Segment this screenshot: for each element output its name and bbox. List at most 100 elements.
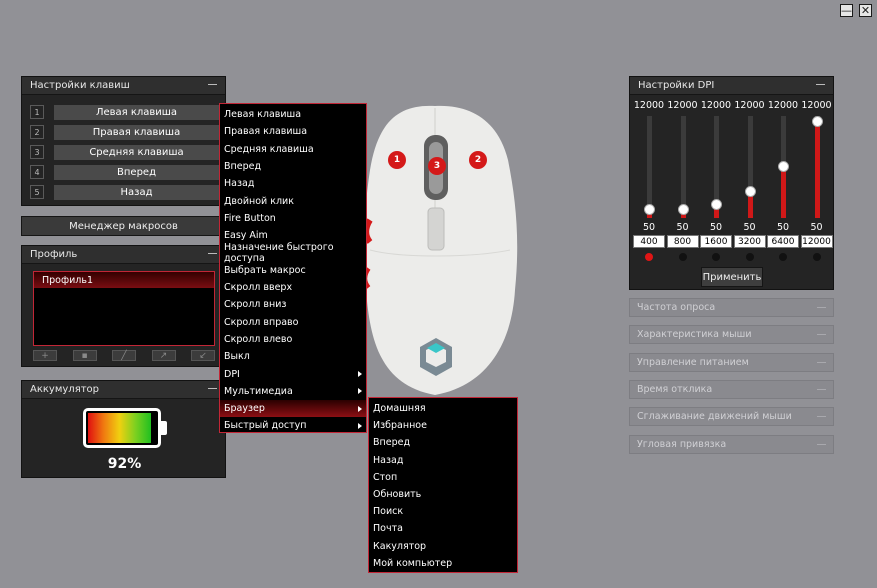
dpi-indicator-dot[interactable] — [712, 253, 720, 261]
submenu-item[interactable]: Домашняя — [369, 400, 517, 417]
key-number: 3 — [30, 145, 44, 159]
dpi-value-input[interactable]: 12000 — [800, 235, 833, 248]
add-profile-icon[interactable]: + — [33, 350, 57, 361]
menu-item[interactable]: Выкл — [220, 348, 366, 365]
apply-button[interactable]: Применить — [701, 267, 763, 287]
dpi-slider[interactable] — [778, 116, 789, 218]
dpi-value-input[interactable]: 800 — [666, 235, 699, 248]
expand-icon[interactable] — [817, 307, 826, 308]
profile-item[interactable]: Профиль1 — [34, 272, 214, 288]
settings-section-bar[interactable]: Управление питанием — [629, 352, 834, 372]
dpi-slider-handle[interactable] — [778, 160, 789, 172]
mouse-button-badge-1[interactable]: 1 — [388, 151, 406, 169]
mouse-button-badge-2[interactable]: 2 — [469, 151, 487, 169]
dpi-slider-handle[interactable] — [811, 116, 823, 127]
collapse-icon[interactable] — [208, 84, 217, 85]
dpi-slider[interactable] — [677, 116, 689, 218]
dpi-value-input[interactable]: 6400 — [767, 235, 799, 248]
submenu-item[interactable]: Обновить — [369, 486, 517, 503]
section-label: Частота опроса — [637, 302, 716, 313]
key-assign-button-5[interactable]: Назад — [54, 185, 219, 200]
key-assign-button-4[interactable]: Вперед — [54, 165, 219, 180]
menu-item[interactable]: Скролл вниз — [220, 296, 366, 313]
import-profile-icon[interactable]: ↙ — [191, 350, 215, 361]
menu-item[interactable]: Браузер — [220, 400, 366, 418]
settings-section-bar[interactable]: Время отклика — [629, 379, 834, 399]
menu-item[interactable]: Средняя клавиша — [220, 141, 366, 158]
expand-icon[interactable] — [817, 416, 826, 418]
settings-section-bar[interactable]: Характеристика мыши — [629, 325, 834, 345]
dpi-indicator-dot[interactable] — [779, 253, 787, 261]
export-profile-icon[interactable]: ↗ — [151, 350, 176, 361]
menu-item[interactable]: Скролл влево — [220, 331, 366, 348]
dpi-indicator-dot[interactable] — [812, 253, 821, 261]
dpi-value-input[interactable]: 3200 — [733, 235, 766, 248]
submenu-arrow-icon — [358, 371, 362, 378]
key-row: 2 — [30, 124, 44, 140]
menu-item[interactable]: Вперед — [220, 158, 366, 175]
key-number: 1 — [30, 105, 44, 119]
delete-profile-icon[interactable]: ▪ — [72, 350, 97, 361]
dpi-slider-handle[interactable] — [711, 199, 722, 211]
minimize-button[interactable]: — — [840, 4, 853, 17]
dpi-slider-handle[interactable] — [644, 204, 655, 215]
close-button[interactable]: ✕ — [859, 4, 872, 17]
submenu-item[interactable]: Мой компьютер — [369, 555, 517, 572]
expand-icon[interactable] — [817, 443, 826, 445]
dpi-slider[interactable] — [744, 116, 756, 218]
submenu-item[interactable]: Избранное — [369, 417, 517, 434]
settings-section-bar[interactable]: Частота опроса — [629, 298, 834, 317]
collapse-icon[interactable] — [208, 253, 217, 254]
collapse-icon[interactable] — [208, 388, 217, 389]
menu-item[interactable]: Fire Button — [220, 210, 366, 227]
browser-submenu: Домашняя Избранное Вперед Назад Стоп Обновить… — [368, 397, 518, 573]
key-row: 1 — [30, 104, 44, 120]
dpi-slider-handle[interactable] — [744, 186, 756, 198]
submenu-item[interactable]: Почта — [369, 520, 517, 537]
menu-item[interactable]: Быстрый доступ — [220, 417, 366, 434]
rename-profile-icon[interactable]: ╱ — [112, 350, 136, 361]
menu-item-label: Правая клавиша — [224, 126, 308, 138]
dpi-slider[interactable] — [711, 116, 722, 218]
dpi-value-input[interactable]: 1600 — [700, 235, 732, 248]
dpi-indicator-dot[interactable] — [678, 253, 687, 261]
menu-item-label: Средняя клавиша — [224, 143, 314, 155]
settings-section-bar[interactable]: Сглаживание движений мыши — [629, 407, 834, 427]
menu-item[interactable]: Мультимедиа — [220, 383, 366, 400]
dpi-indicator-dot[interactable] — [645, 253, 653, 261]
dpi-max-label: 12000 — [700, 100, 732, 111]
menu-item[interactable]: Скролл вверх — [220, 279, 366, 296]
menu-item[interactable]: Двойной клик — [220, 192, 366, 209]
expand-icon[interactable] — [817, 388, 826, 390]
dpi-lod-label: 50 — [676, 222, 689, 233]
menu-item[interactable]: Правая клавиша — [220, 123, 366, 140]
key-row: 5 — [30, 184, 44, 200]
key-number: 2 — [30, 125, 44, 139]
macro-manager-button[interactable]: Менеджер макросов — [21, 216, 226, 236]
dpi-indicator-dot[interactable] — [745, 253, 754, 261]
menu-item[interactable]: Назначение быстрого доступа — [220, 242, 366, 264]
menu-item[interactable]: Назад — [220, 175, 366, 192]
dpi-slider[interactable] — [811, 116, 823, 218]
dpi-slider-handle[interactable] — [677, 204, 689, 215]
menu-item[interactable]: DPI — [220, 365, 366, 382]
mouse-button-badge-3[interactable]: 3 — [428, 157, 446, 175]
key-assign-button-1[interactable]: Левая клавиша — [54, 105, 219, 120]
key-assign-button-2[interactable]: Правая клавиша — [54, 125, 219, 140]
expand-icon[interactable] — [817, 361, 826, 363]
submenu-item[interactable]: Назад — [369, 452, 517, 469]
submenu-item[interactable]: Стоп — [369, 469, 517, 486]
submenu-item[interactable]: Поиск — [369, 503, 517, 520]
collapse-icon[interactable] — [816, 84, 825, 85]
key-assign-button-3[interactable]: Средняя клавиша — [54, 145, 219, 160]
expand-icon[interactable] — [817, 334, 826, 336]
menu-item[interactable]: Скролл вправо — [220, 314, 366, 331]
submenu-item[interactable]: Какулятор — [369, 538, 517, 555]
menu-item[interactable]: Левая клавиша — [220, 106, 366, 123]
submenu-item[interactable]: Вперед — [369, 434, 517, 451]
dpi-lod-label: 50 — [776, 222, 790, 233]
dpi-value-input[interactable]: 400 — [633, 235, 665, 248]
settings-section-bar[interactable]: Угловая привязка — [629, 434, 834, 454]
dpi-slider[interactable] — [644, 116, 655, 218]
menu-item[interactable]: Выбрать макрос — [220, 262, 366, 279]
